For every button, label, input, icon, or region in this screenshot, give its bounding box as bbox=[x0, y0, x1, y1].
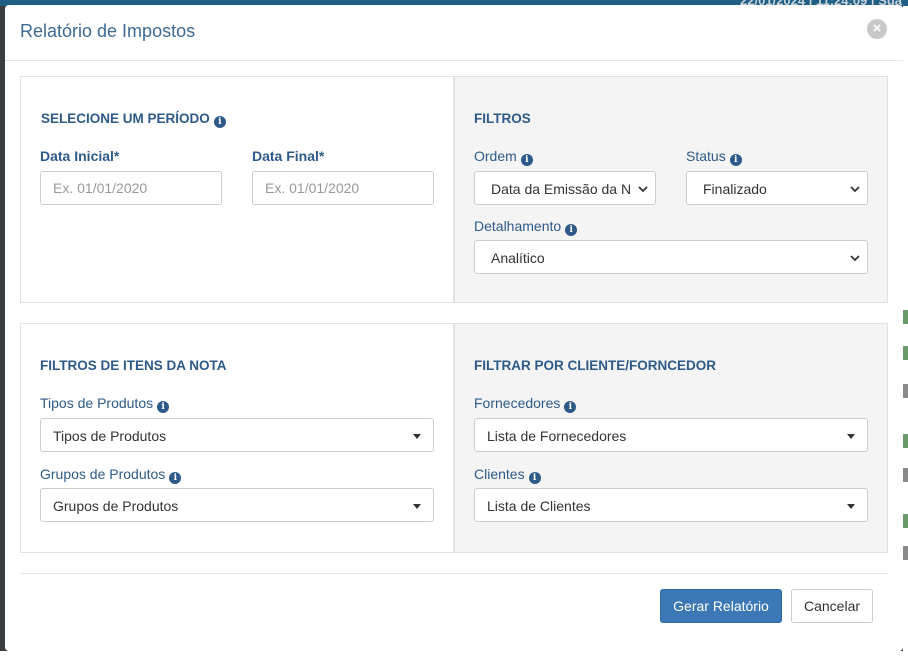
status-select[interactable]: Finalizado bbox=[686, 171, 868, 205]
info-icon: i bbox=[157, 401, 170, 413]
background-bottom-strip bbox=[0, 651, 908, 658]
start-date-label: Data Inicial* bbox=[40, 148, 120, 164]
filters-section-title: FILTROS bbox=[474, 111, 531, 126]
cancel-button[interactable]: Cancelar bbox=[791, 589, 873, 623]
info-icon: i bbox=[564, 401, 577, 413]
suppliers-label: Fornecedores i bbox=[474, 395, 577, 413]
background-right-strip bbox=[903, 6, 908, 651]
info-icon: i bbox=[565, 224, 578, 236]
caret-down-icon bbox=[413, 434, 421, 439]
product-groups-label-text: Grupos de Produtos bbox=[40, 466, 166, 482]
product-groups-placeholder: Grupos de Produtos bbox=[53, 498, 179, 514]
product-types-select[interactable]: Tipos de Produtos bbox=[40, 418, 434, 452]
generate-report-button[interactable]: Gerar Relatório bbox=[660, 589, 782, 623]
info-icon: i bbox=[213, 116, 226, 128]
clients-label: Clientes i bbox=[474, 466, 541, 484]
suppliers-label-text: Fornecedores bbox=[474, 395, 561, 411]
filters-panel: FILTROS Ordem i Data da Emissão da N Stat… bbox=[454, 76, 888, 303]
product-groups-select[interactable]: Grupos de Produtos bbox=[40, 488, 434, 522]
end-date-label: Data Final* bbox=[252, 148, 325, 164]
status-select-value: Finalizado bbox=[703, 181, 767, 197]
detail-label-text: Detalhamento bbox=[474, 218, 562, 234]
clients-label-text: Clientes bbox=[474, 466, 525, 482]
chevron-down-icon bbox=[850, 186, 860, 193]
caret-down-icon bbox=[847, 434, 855, 439]
suppliers-placeholder: Lista de Fornecedores bbox=[487, 428, 627, 444]
status-label: Status i bbox=[686, 148, 742, 166]
caret-down-icon bbox=[413, 504, 421, 509]
order-select[interactable]: Data da Emissão da N bbox=[474, 171, 656, 205]
product-types-label-text: Tipos de Produtos bbox=[40, 395, 154, 411]
info-icon: i bbox=[729, 154, 742, 166]
clients-select[interactable]: Lista de Clientes bbox=[474, 488, 868, 522]
period-panel: SELECIONE UM PERÍODOi Data Inicial* Data… bbox=[20, 76, 454, 303]
clients-placeholder: Lista de Clientes bbox=[487, 498, 591, 514]
product-groups-label: Grupos de Produtos i bbox=[40, 466, 182, 484]
client-section-title: FILTRAR POR CLIENTE/FORNCEDOR bbox=[474, 358, 716, 373]
suppliers-select[interactable]: Lista de Fornecedores bbox=[474, 418, 868, 452]
modal-header: Relatório de Impostos × bbox=[5, 5, 903, 61]
product-types-placeholder: Tipos de Produtos bbox=[53, 428, 167, 444]
period-section-title: SELECIONE UM PERÍODO i bbox=[41, 111, 226, 128]
period-title-text: SELECIONE UM PERÍODO bbox=[41, 111, 210, 126]
client-supplier-panel: FILTRAR POR CLIENTE/FORNCEDOR Fornecedor… bbox=[454, 323, 888, 553]
order-label: Ordem i bbox=[474, 148, 533, 166]
status-label-text: Status bbox=[686, 148, 726, 164]
detail-select[interactable]: Analítico bbox=[474, 240, 868, 274]
start-date-input[interactable] bbox=[40, 171, 222, 205]
info-icon: i bbox=[520, 154, 533, 166]
chevron-down-icon bbox=[850, 255, 860, 262]
end-date-input[interactable] bbox=[252, 171, 434, 205]
caret-down-icon bbox=[847, 504, 855, 509]
info-icon: i bbox=[528, 472, 541, 484]
items-section-title: FILTROS DE ITENS DA NOTA bbox=[40, 358, 227, 373]
chevron-down-icon bbox=[638, 186, 648, 193]
detail-select-value: Analítico bbox=[491, 250, 545, 266]
footer-divider bbox=[20, 573, 888, 574]
order-select-value: Data da Emissão da N bbox=[491, 181, 632, 197]
close-icon[interactable]: × bbox=[867, 19, 887, 39]
modal-title: Relatório de Impostos bbox=[20, 21, 196, 41]
detail-label: Detalhamento i bbox=[474, 218, 578, 236]
info-icon: i bbox=[169, 472, 182, 484]
order-label-text: Ordem bbox=[474, 148, 517, 164]
product-types-label: Tipos de Produtos i bbox=[40, 395, 170, 413]
items-panel: FILTROS DE ITENS DA NOTA Tipos de Produt… bbox=[20, 323, 454, 553]
tax-report-modal: Relatório de Impostos × SELECIONE UM PER… bbox=[5, 5, 903, 651]
